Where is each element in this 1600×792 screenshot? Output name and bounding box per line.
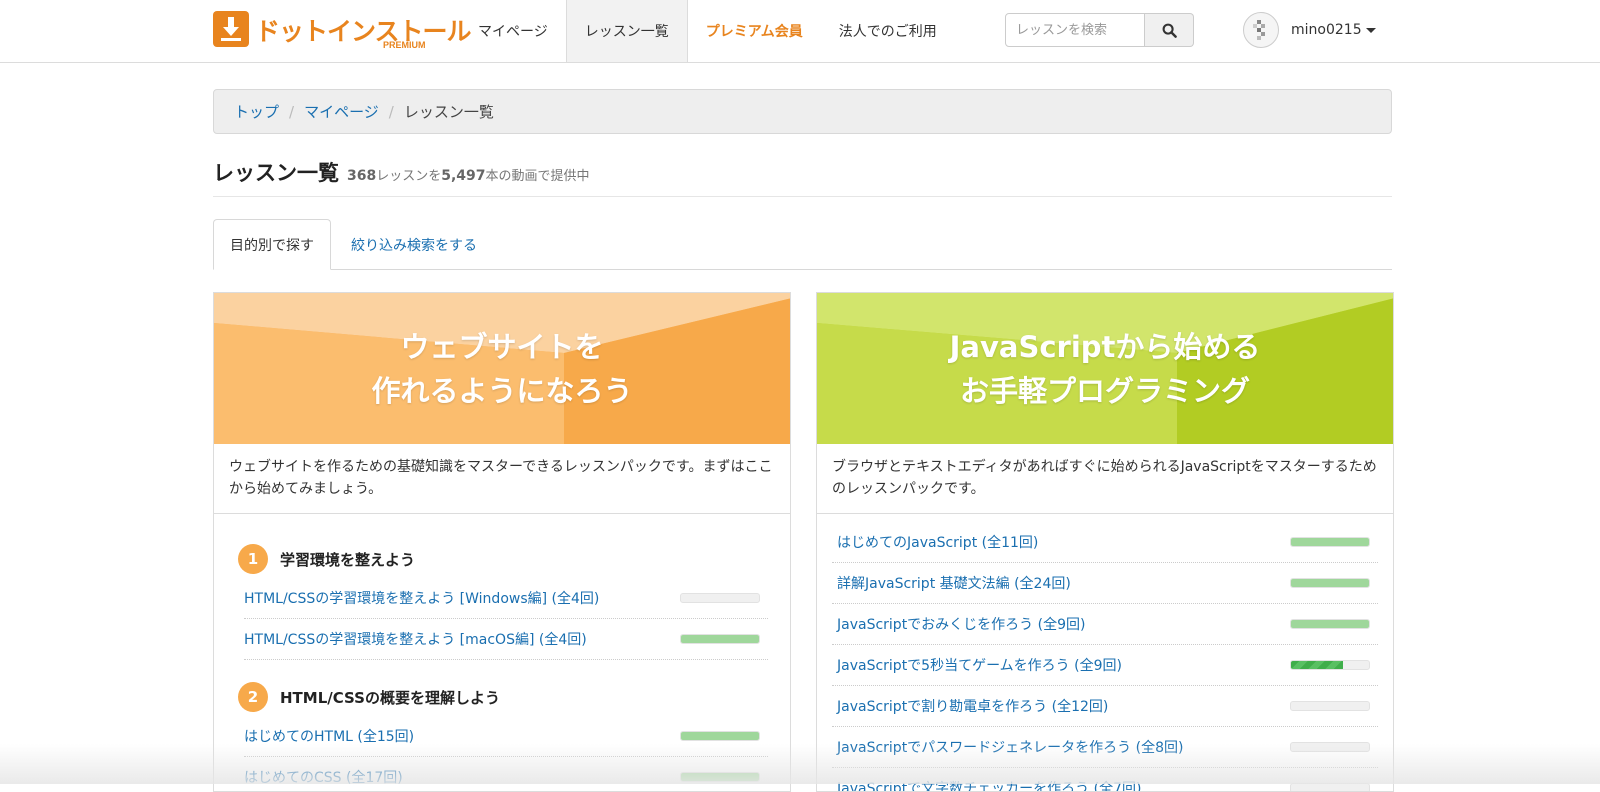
section-header: 1 学習環境を整えよう xyxy=(214,540,790,578)
progress-bar xyxy=(1290,701,1370,711)
banner-web[interactable]: ウェブサイトを 作れるようになろう xyxy=(214,293,790,444)
lesson-row: はじめてのHTML (全15回) xyxy=(244,716,768,757)
user-menu[interactable]: mino0215 xyxy=(1243,12,1376,48)
lesson-row: JavaScriptで割り勘電卓を作ろう (全12回) xyxy=(832,686,1378,727)
lesson-link[interactable]: はじめてのHTML (全15回) xyxy=(244,726,414,746)
nav-mypage[interactable]: マイページ xyxy=(460,0,566,62)
chevron-down-icon xyxy=(1365,27,1376,33)
banner-title-line2: お手軽プログラミング xyxy=(959,373,1250,408)
lesson-row: HTML/CSSの学習環境を整えよう [Windows編] (全4回) xyxy=(244,578,768,619)
progress-bar xyxy=(680,772,760,782)
progress-bar xyxy=(1290,578,1370,588)
lesson-list: はじめてのJavaScript (全11回) 詳解JavaScript 基礎文法… xyxy=(817,514,1393,791)
progress-bar xyxy=(1290,619,1370,629)
avatar-icon xyxy=(1243,12,1279,48)
lesson-pack-javascript: JavaScriptから始める お手軽プログラミング ブラウザとテキストエディタ… xyxy=(816,292,1394,792)
banner-title-line2: 作れるようになろう xyxy=(371,373,633,408)
nav-lessons[interactable]: レッスン一覧 xyxy=(565,0,688,62)
progress-bar xyxy=(680,634,760,644)
progress-bar xyxy=(1290,783,1370,791)
search-input[interactable] xyxy=(1005,13,1145,47)
progress-bar xyxy=(1290,537,1370,547)
lesson-row: JavaScriptでおみくじを作ろう (全9回) xyxy=(832,604,1378,645)
lesson-row: HTML/CSSの学習環境を整えよう [macOS編] (全4回) xyxy=(244,619,768,660)
lesson-row: JavaScriptで5秒当てゲームを作ろう (全9回) xyxy=(832,645,1378,686)
lesson-list: はじめてのHTML (全15回) はじめてのCSS (全17回) xyxy=(214,716,790,791)
top-header: ドットインストール PREMIUM マイページ レッスン一覧 プレミアム会員 法… xyxy=(0,0,1600,63)
pack-description: ブラウザとテキストエディタがあればすぐに始められるJavaScriptをマスター… xyxy=(817,444,1393,514)
lesson-row: はじめてのJavaScript (全11回) xyxy=(832,522,1378,563)
section-number-badge: 2 xyxy=(238,682,268,712)
lesson-list: HTML/CSSの学習環境を整えよう [Windows編] (全4回) HTML… xyxy=(214,578,790,660)
breadcrumb-top[interactable]: トップ xyxy=(234,101,279,122)
site-logo[interactable]: ドットインストール PREMIUM xyxy=(213,10,472,54)
breadcrumb: トップ / マイページ / レッスン一覧 xyxy=(213,89,1392,134)
logo-download-icon xyxy=(213,11,249,47)
subtitle-text-1: レッスンを xyxy=(376,169,442,184)
lesson-link[interactable]: HTML/CSSの学習環境を整えよう [macOS編] (全4回) xyxy=(244,629,587,649)
page-title: レッスン一覧 xyxy=(213,161,339,185)
lesson-count: 368 xyxy=(347,168,377,184)
lesson-link[interactable]: HTML/CSSの学習環境を整えよう [Windows編] (全4回) xyxy=(244,588,599,608)
lesson-link[interactable]: JavaScriptで5秒当てゲームを作ろう (全9回) xyxy=(832,655,1122,675)
progress-bar xyxy=(680,731,760,741)
tab-filter-search[interactable]: 絞り込み検索をする xyxy=(331,219,497,270)
breadcrumb-separator: / xyxy=(388,102,394,121)
section-number-badge: 1 xyxy=(238,544,268,574)
banner-title: JavaScriptから始める お手軽プログラミング xyxy=(950,325,1261,413)
nav-business[interactable]: 法人でのご利用 xyxy=(821,0,955,62)
lesson-link[interactable]: JavaScriptで文字数チェッカーを作ろう (全7回) xyxy=(832,778,1141,791)
page-subtitle: 368レッスンを5,497本の動画で提供中 xyxy=(347,165,590,184)
lesson-row: はじめてのCSS (全17回) xyxy=(244,757,768,791)
tab-bar: 目的別で探す 絞り込み検索をする xyxy=(213,219,1392,270)
lesson-link[interactable]: JavaScriptでおみくじを作ろう (全9回) xyxy=(832,614,1085,634)
pack-description: ウェブサイトを作るための基礎知識をマスターできるレッスンパックです。まずはここか… xyxy=(214,444,790,514)
banner-javascript[interactable]: JavaScriptから始める お手軽プログラミング xyxy=(817,293,1393,444)
banner-title-line1: ウェブサイトを xyxy=(400,329,604,364)
section-header: 2 HTML/CSSの概要を理解しよう xyxy=(214,678,790,716)
logo-premium-label: PREMIUM xyxy=(383,40,426,50)
lesson-row: JavaScriptで文字数チェッカーを作ろう (全7回) xyxy=(832,768,1378,791)
lesson-link[interactable]: はじめてのJavaScript (全11回) xyxy=(832,532,1038,552)
lesson-link[interactable]: 詳解JavaScript 基礎文法編 (全24回) xyxy=(832,573,1071,593)
tab-by-purpose[interactable]: 目的別で探す xyxy=(213,219,331,270)
progress-bar xyxy=(680,593,760,603)
lesson-link[interactable]: はじめてのCSS (全17回) xyxy=(244,767,403,787)
banner-title-line1: JavaScriptから始める xyxy=(949,329,1261,364)
lesson-row: JavaScriptでパスワードジェネレータを作ろう (全8回) xyxy=(832,727,1378,768)
breadcrumb-separator: / xyxy=(289,102,295,121)
lesson-link[interactable]: JavaScriptで割り勘電卓を作ろう (全12回) xyxy=(832,696,1108,716)
lesson-pack-web: ウェブサイトを 作れるようになろう ウェブサイトを作るための基礎知識をマスターで… xyxy=(213,292,791,792)
banner-title: ウェブサイトを 作れるようになろう xyxy=(371,325,632,413)
search-icon xyxy=(1162,23,1177,38)
breadcrumb-current: レッスン一覧 xyxy=(403,103,494,121)
section-title: 学習環境を整えよう xyxy=(280,550,416,569)
page-title-row: レッスン一覧 368レッスンを5,497本の動画で提供中 xyxy=(213,157,1392,197)
breadcrumb-mypage[interactable]: マイページ xyxy=(304,101,379,122)
username: mino0215 xyxy=(1291,22,1362,38)
search-form xyxy=(1005,13,1197,47)
lesson-row: 詳解JavaScript 基礎文法編 (全24回) xyxy=(832,563,1378,604)
subtitle-text-2: 本の動画で提供中 xyxy=(485,169,590,184)
video-count: 5,497 xyxy=(441,168,486,184)
search-button[interactable] xyxy=(1145,13,1194,47)
progress-bar xyxy=(1290,660,1370,670)
progress-bar xyxy=(1290,742,1370,752)
lesson-link[interactable]: JavaScriptでパスワードジェネレータを作ろう (全8回) xyxy=(832,737,1183,757)
logo-text: ドットインストール xyxy=(255,17,472,46)
nav-premium[interactable]: プレミアム会員 xyxy=(688,0,821,62)
section-title: HTML/CSSの概要を理解しよう xyxy=(280,688,500,707)
main-nav: マイページ レッスン一覧 プレミアム会員 法人でのご利用 xyxy=(460,0,955,62)
